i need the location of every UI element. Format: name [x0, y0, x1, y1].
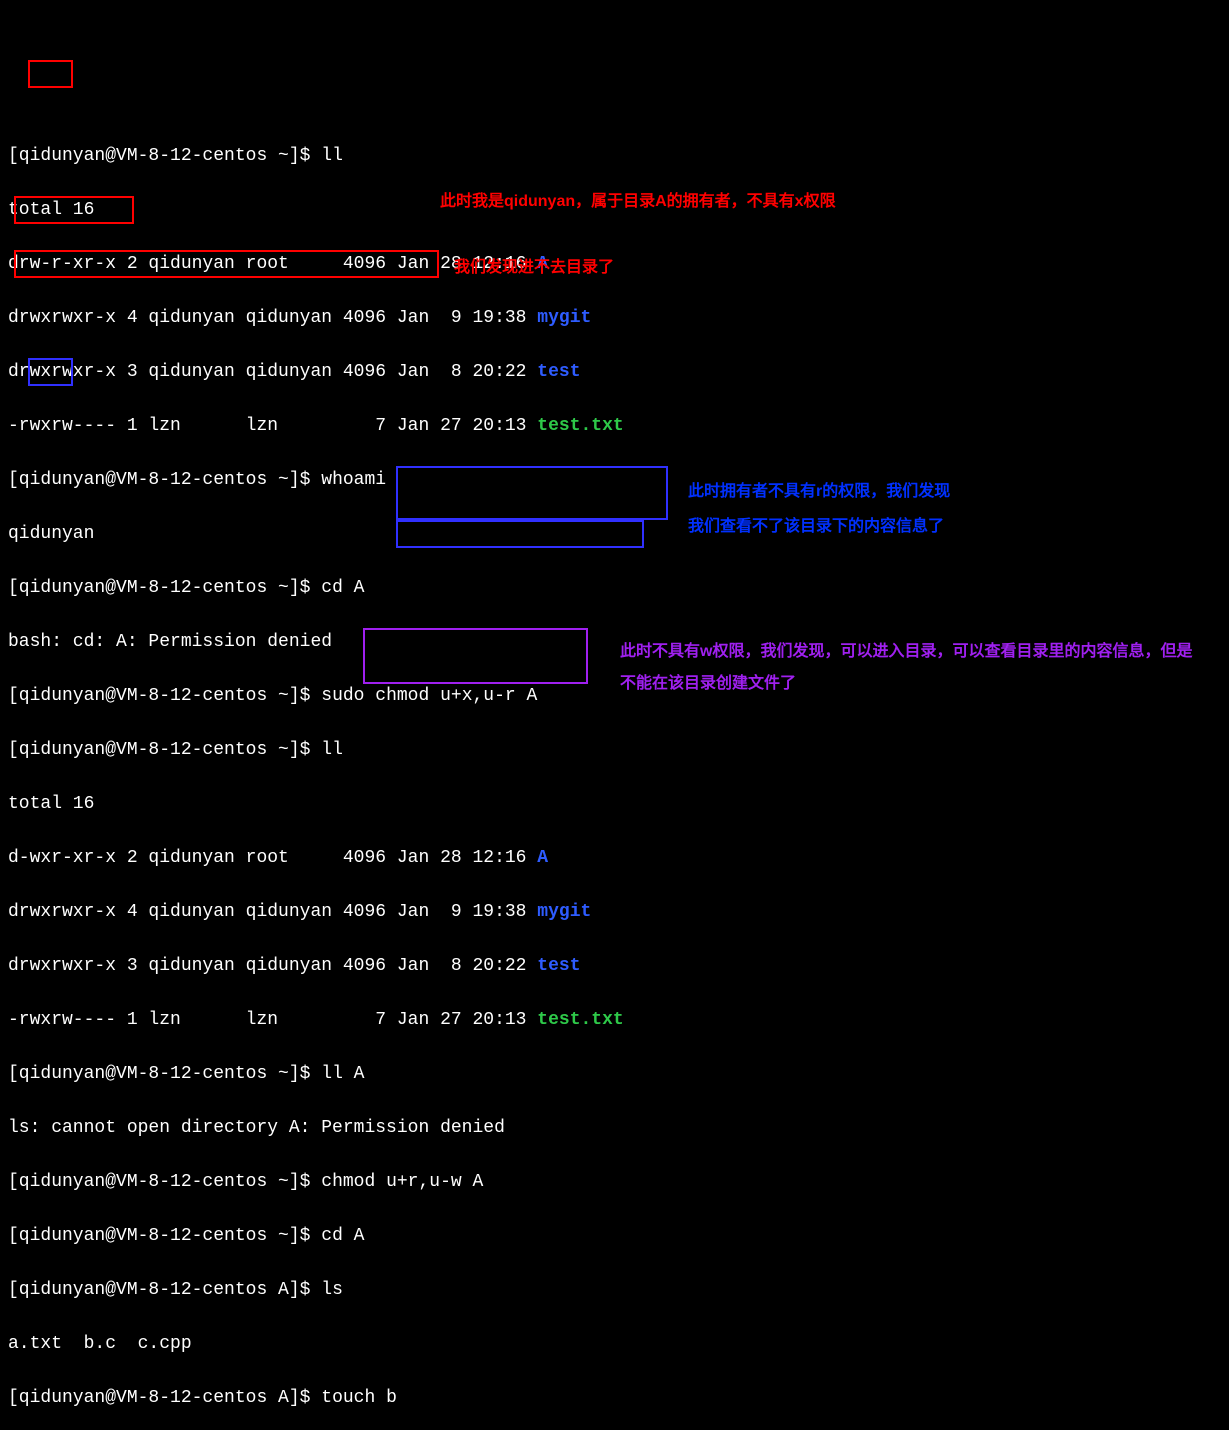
prompt-line: [qidunyan@VM-8-12-centos A]$ ls	[8, 1277, 1221, 1304]
annotation-red-2: 我们发现进不去目录了	[454, 256, 614, 280]
output-line: total 16	[8, 791, 1221, 818]
file-testtxt: test.txt	[537, 416, 623, 436]
ls-row: -rwxrw---- 1 lzn lzn 7 Jan 27 20:13 test…	[8, 1007, 1221, 1034]
prompt-line: [qidunyan@VM-8-12-centos ~]$ cd A	[8, 1223, 1221, 1250]
prompt-line: [qidunyan@VM-8-12-centos ~]$ ll	[8, 143, 1221, 170]
dir-mygit: mygit	[537, 308, 591, 328]
prompt-line: [qidunyan@VM-8-12-centos A]$ touch b	[8, 1385, 1221, 1412]
output-line: qidunyan	[8, 521, 1221, 548]
output-line: a.txt b.c c.cpp	[8, 1331, 1221, 1358]
prompt-line: [qidunyan@VM-8-12-centos ~]$ whoami	[8, 467, 1221, 494]
dir-mygit: mygit	[537, 902, 591, 922]
ls-row: drw-r-xr-x 2 qidunyan root 4096 Jan 28 1…	[8, 251, 1221, 278]
ls-row: drwxrwxr-x 3 qidunyan qidunyan 4096 Jan …	[8, 359, 1221, 386]
ls-row: drwxrwxr-x 4 qidunyan qidunyan 4096 Jan …	[8, 305, 1221, 332]
ls-row: drwxrwxr-x 3 qidunyan qidunyan 4096 Jan …	[8, 953, 1221, 980]
dir-test: test	[537, 362, 580, 382]
prompt-line: [qidunyan@VM-8-12-centos ~]$ chmod u+r,u…	[8, 1169, 1221, 1196]
annotation-blue-1: 此时拥有者不具有r的权限，我们发现我们查看不了该目录下的内容信息了	[688, 474, 958, 544]
ls-row: drwxrwxr-x 4 qidunyan qidunyan 4096 Jan …	[8, 899, 1221, 926]
prompt-line: [qidunyan@VM-8-12-centos ~]$ ll A	[8, 1061, 1221, 1088]
highlight-box-perm-rw	[28, 60, 73, 88]
annotation-red-1: 此时我是qidunyan，属于目录A的拥有者，不具有x权限	[440, 190, 1040, 214]
annotation-purple-1: 此时不具有w权限，我们发现，可以进入目录，可以查看目录里的内容信息，但是不能在该…	[620, 636, 1200, 700]
terminal-output: [qidunyan@VM-8-12-centos ~]$ ll total 16…	[8, 116, 1221, 1430]
file-testtxt: test.txt	[537, 1010, 623, 1030]
prompt-line: [qidunyan@VM-8-12-centos ~]$ ll	[8, 737, 1221, 764]
error-line: ls: cannot open directory A: Permission …	[8, 1115, 1221, 1142]
ls-row: d-wxr-xr-x 2 qidunyan root 4096 Jan 28 1…	[8, 845, 1221, 872]
prompt-line: [qidunyan@VM-8-12-centos ~]$ cd A	[8, 575, 1221, 602]
dir-A: A	[537, 848, 548, 868]
ls-row: -rwxrw---- 1 lzn lzn 7 Jan 27 20:13 test…	[8, 413, 1221, 440]
dir-test: test	[537, 956, 580, 976]
